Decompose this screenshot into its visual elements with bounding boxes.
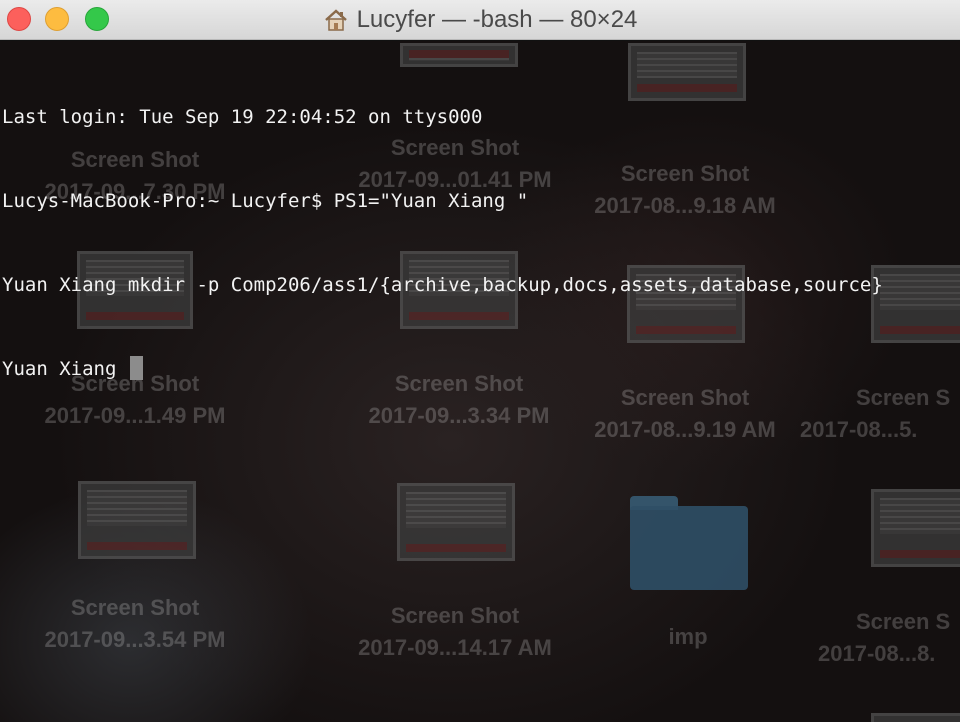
screenshot-thumbnail bbox=[78, 481, 196, 559]
home-folder-icon bbox=[323, 7, 349, 33]
screenshot-thumbnail bbox=[871, 489, 960, 567]
screenshot-thumbnail bbox=[397, 483, 515, 561]
screenshot-thumbnail bbox=[871, 713, 960, 722]
desktop-icon-label: imp bbox=[668, 624, 708, 649]
screenshot-thumbnail bbox=[871, 265, 960, 343]
terminal-window: Lucyfer — -bash — 80×24 Screen Shot 2017-… bbox=[0, 0, 960, 722]
desktop-icon-label: Screen Shot 2017-09...3.54 PM bbox=[44, 595, 226, 652]
prompt-text: Yuan Xiang bbox=[2, 358, 128, 380]
terminal-output: Last login: Tue Sep 19 22:04:52 on ttys0… bbox=[2, 47, 883, 439]
window-title: Lucyfer — -bash — 80×24 bbox=[356, 6, 638, 33]
window-title-group: Lucyfer — -bash — 80×24 bbox=[0, 0, 960, 40]
folder-icon bbox=[630, 496, 748, 591]
terminal-body[interactable]: Screen Shot 2017-09...7.30 PM Screen Shot… bbox=[0, 41, 960, 722]
desktop-icon-label: Screen S 2017-08...8. bbox=[818, 609, 951, 666]
terminal-line: Lucys-MacBook-Pro:~ Lucyfer$ PS1="Yuan X… bbox=[2, 190, 529, 212]
desktop-icon-label: Screen Shot 2017-09...14.17 AM bbox=[358, 603, 552, 660]
terminal-line: Last login: Tue Sep 19 22:04:52 on ttys0… bbox=[2, 106, 483, 128]
title-bar[interactable]: Lucyfer — -bash — 80×24 bbox=[0, 0, 960, 40]
terminal-line: Yuan Xiang mkdir -p Comp206/ass1/{archiv… bbox=[2, 274, 883, 296]
terminal-prompt-line[interactable]: Yuan Xiang bbox=[2, 355, 883, 383]
text-cursor bbox=[129, 356, 143, 380]
